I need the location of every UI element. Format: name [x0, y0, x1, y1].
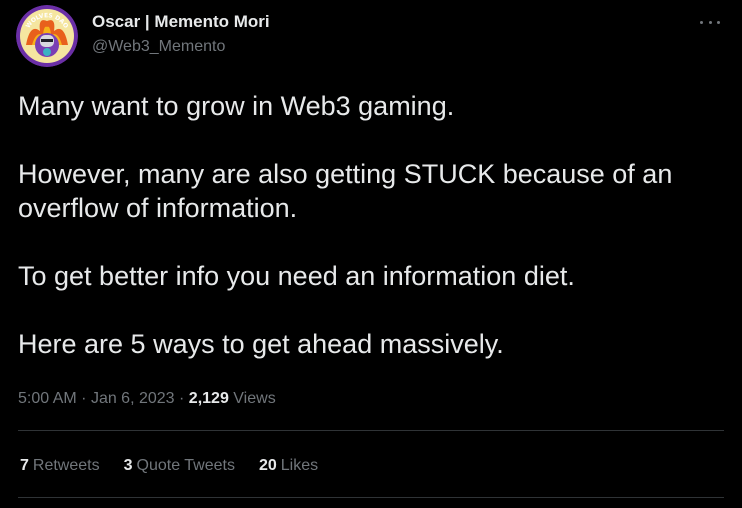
tweet-paragraph: However, many are also getting STUCK bec…: [18, 159, 673, 223]
tweet-paragraph: Here are 5 ways to get ahead massively.: [18, 329, 504, 359]
tweet-time[interactable]: 5:00 AM: [18, 390, 77, 407]
avatar-image: WOLVES DAO: [16, 5, 78, 67]
retweets-count: 7: [20, 457, 29, 474]
avatar[interactable]: WOLVES DAO: [16, 5, 78, 67]
tweet-paragraph: Many want to grow in Web3 gaming.: [18, 91, 455, 121]
divider: [18, 497, 724, 498]
engagement-stats: 7 Retweets 3 Quote Tweets 20 Likes: [20, 456, 318, 476]
dot: [708, 20, 712, 24]
meta-separator: ·: [179, 390, 185, 407]
tweet-date[interactable]: Jan 6, 2023: [91, 390, 175, 407]
more-horizontal-icon[interactable]: [700, 16, 720, 28]
tweet-text: Many want to grow in Web3 gaming. Howeve…: [18, 89, 718, 361]
display-name[interactable]: Oscar | Memento Mori: [92, 11, 270, 33]
likes-count: 20: [258, 457, 277, 474]
user-handle[interactable]: @Web3_Memento: [92, 37, 270, 57]
quote-tweets-stat[interactable]: 3 Quote Tweets: [124, 456, 235, 476]
likes-label: Likes: [280, 457, 319, 474]
likes-stat[interactable]: 20 Likes: [259, 456, 318, 476]
tweet-container: WOLVES DAO Oscar | Memento Mori @Web3_Me…: [0, 0, 742, 508]
quotes-label: Quote Tweets: [136, 457, 235, 474]
retweets-stat[interactable]: 7 Retweets: [20, 456, 100, 476]
meta-separator: ·: [81, 390, 87, 407]
author-block: Oscar | Memento Mori @Web3_Memento: [92, 11, 270, 57]
views-count: 2,129: [188, 390, 229, 407]
quotes-count: 3: [123, 457, 133, 474]
tweet-paragraph: To get better info you need an informati…: [18, 261, 575, 291]
tweet-meta: 5:00 AM · Jan 6, 2023 · 2,129 Views: [18, 389, 276, 409]
divider: [18, 430, 724, 431]
dot: [700, 20, 703, 24]
views-label: Views: [233, 390, 276, 407]
retweets-label: Retweets: [32, 457, 100, 474]
dot: [717, 20, 720, 24]
